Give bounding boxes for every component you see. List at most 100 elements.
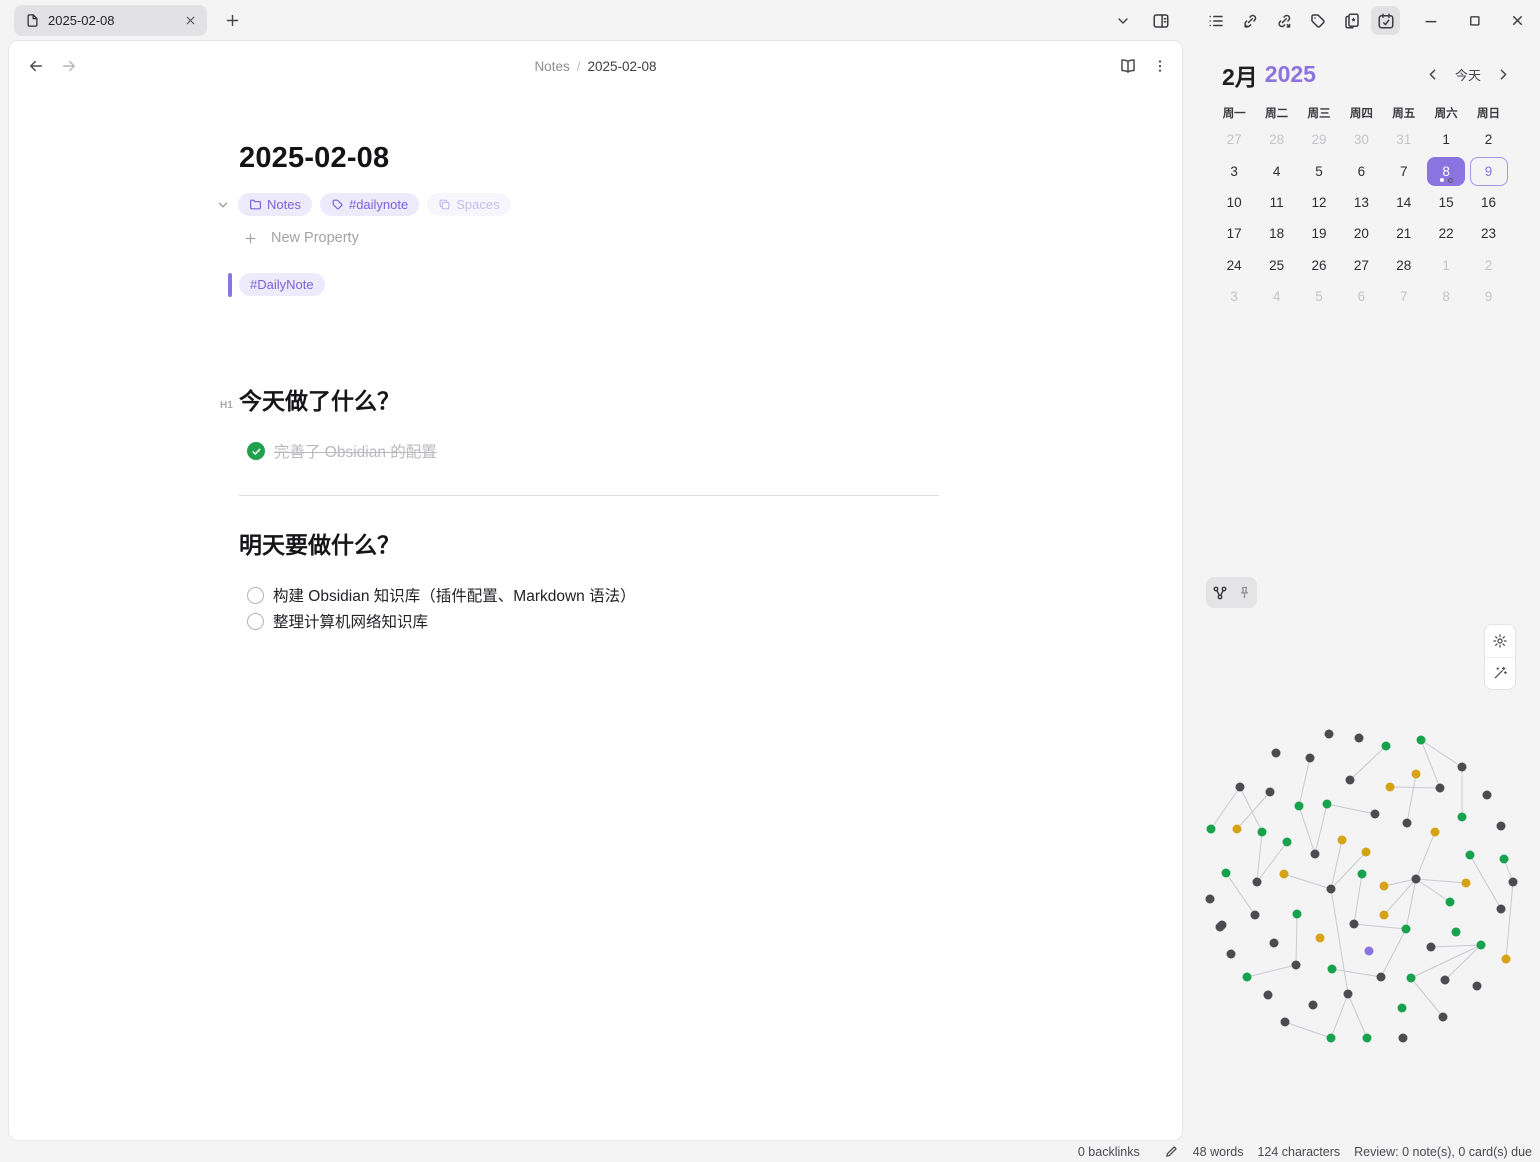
split-panel-icon[interactable]: [1146, 6, 1175, 35]
incoming-links-icon[interactable]: [1235, 6, 1264, 35]
calendar-day[interactable]: 3: [1213, 281, 1255, 312]
calendar-day[interactable]: 8: [1425, 281, 1467, 312]
breadcrumb-folder[interactable]: Notes: [534, 59, 569, 74]
bookmarks-icon[interactable]: [1337, 6, 1366, 35]
calendar-day[interactable]: 24: [1213, 250, 1255, 281]
calendar-day[interactable]: 26: [1298, 250, 1340, 281]
calendar-prev-icon[interactable]: [1424, 66, 1442, 84]
calendar-day[interactable]: 8: [1425, 155, 1467, 186]
graph-node[interactable]: [1502, 955, 1511, 964]
graph-node[interactable]: [1311, 850, 1320, 859]
property-pill-folder[interactable]: Notes: [238, 193, 312, 216]
graph-node[interactable]: [1253, 878, 1262, 887]
calendar-day[interactable]: 21: [1383, 218, 1425, 249]
calendar-day[interactable]: 16: [1467, 187, 1509, 218]
graph-settings-gear-icon[interactable]: [1485, 625, 1515, 657]
graph-node[interactable]: [1344, 990, 1353, 999]
calendar-day[interactable]: 19: [1298, 218, 1340, 249]
graph-node[interactable]: [1377, 973, 1386, 982]
calendar-day[interactable]: 1: [1425, 250, 1467, 281]
calendar-day[interactable]: 11: [1255, 187, 1297, 218]
reading-mode-book-icon[interactable]: [1115, 53, 1141, 79]
graph-node[interactable]: [1233, 825, 1242, 834]
calendar-day[interactable]: 5: [1298, 155, 1340, 186]
graph-node[interactable]: [1295, 802, 1304, 811]
graph-node[interactable]: [1306, 754, 1315, 763]
graph-node[interactable]: [1399, 1034, 1408, 1043]
calendar-day[interactable]: 31: [1383, 124, 1425, 155]
graph-node[interactable]: [1458, 763, 1467, 772]
graph-node[interactable]: [1328, 965, 1337, 974]
graph-node[interactable]: [1417, 736, 1426, 745]
calendar-day[interactable]: 2: [1467, 250, 1509, 281]
graph-node[interactable]: [1452, 928, 1461, 937]
pencil-icon[interactable]: [1164, 1144, 1179, 1159]
graph-node[interactable]: [1462, 879, 1471, 888]
graph-node[interactable]: [1350, 920, 1359, 929]
calendar-day[interactable]: 3: [1213, 155, 1255, 186]
pin-icon[interactable]: [1237, 585, 1252, 600]
checkbox-unchecked-icon[interactable]: [247, 587, 264, 604]
graph-node[interactable]: [1327, 885, 1336, 894]
graph-node[interactable]: [1236, 783, 1245, 792]
graph-node[interactable]: [1323, 800, 1332, 809]
tab-active[interactable]: 2025-02-08: [14, 5, 207, 36]
graph-node[interactable]: [1497, 822, 1506, 831]
checkbox-unchecked-icon[interactable]: [247, 613, 264, 630]
graph-node[interactable]: [1446, 898, 1455, 907]
daily-note-calendar-icon[interactable]: [1371, 6, 1400, 35]
graph-node[interactable]: [1402, 925, 1411, 934]
calendar-day[interactable]: 23: [1467, 218, 1509, 249]
property-pill-spaces[interactable]: Spaces: [427, 193, 510, 216]
graph-node[interactable]: [1436, 784, 1445, 793]
graph-node[interactable]: [1483, 791, 1492, 800]
calendar-day[interactable]: 25: [1255, 250, 1297, 281]
calendar-day[interactable]: 18: [1255, 218, 1297, 249]
graph-node[interactable]: [1270, 939, 1279, 948]
calendar-day[interactable]: 4: [1255, 155, 1297, 186]
graph-node[interactable]: [1355, 734, 1364, 743]
graph-node[interactable]: [1272, 749, 1281, 758]
checkbox-checked-icon[interactable]: [247, 442, 265, 460]
new-property-button[interactable]: New Property: [243, 227, 359, 249]
graph-node[interactable]: [1281, 1018, 1290, 1027]
calendar-day[interactable]: 29: [1298, 124, 1340, 155]
maximize-icon[interactable]: [1460, 6, 1489, 35]
graph-view[interactable]: [1190, 700, 1540, 1060]
graph-node[interactable]: [1458, 813, 1467, 822]
graph-node[interactable]: [1338, 836, 1347, 845]
bullet-list-icon[interactable]: [1201, 6, 1230, 35]
graph-fork-icon[interactable]: [1212, 585, 1228, 601]
graph-node[interactable]: [1280, 870, 1289, 879]
graph-node[interactable]: [1431, 828, 1440, 837]
graph-node[interactable]: [1266, 788, 1275, 797]
graph-node[interactable]: [1309, 1001, 1318, 1010]
graph-node[interactable]: [1398, 1004, 1407, 1013]
calendar-day[interactable]: 5: [1298, 281, 1340, 312]
graph-node[interactable]: [1477, 941, 1486, 950]
graph-node[interactable]: [1363, 1034, 1372, 1043]
calendar-day[interactable]: 27: [1213, 124, 1255, 155]
graph-node[interactable]: [1227, 950, 1236, 959]
minimize-icon[interactable]: [1416, 6, 1445, 35]
calendar-day[interactable]: 14: [1383, 187, 1425, 218]
graph-node[interactable]: [1382, 742, 1391, 751]
note-title[interactable]: 2025-02-08: [239, 142, 389, 175]
calendar-day[interactable]: 12: [1298, 187, 1340, 218]
graph-node[interactable]: [1473, 982, 1482, 991]
calendar-day[interactable]: 6: [1340, 155, 1382, 186]
calendar-today-button[interactable]: 今天: [1455, 65, 1481, 84]
graph-node[interactable]: [1500, 855, 1509, 864]
calendar-day[interactable]: 7: [1383, 155, 1425, 186]
graph-node[interactable]: [1371, 810, 1380, 819]
close-icon[interactable]: [1503, 6, 1532, 35]
graph-node[interactable]: [1407, 974, 1416, 983]
outgoing-links-icon[interactable]: [1269, 6, 1298, 35]
new-tab-button[interactable]: [221, 9, 244, 32]
graph-node[interactable]: [1264, 991, 1273, 1000]
calendar-day[interactable]: 28: [1383, 250, 1425, 281]
graph-node[interactable]: [1327, 1034, 1336, 1043]
graph-node[interactable]: [1358, 870, 1367, 879]
graph-node[interactable]: [1412, 875, 1421, 884]
graph-node[interactable]: [1403, 819, 1412, 828]
